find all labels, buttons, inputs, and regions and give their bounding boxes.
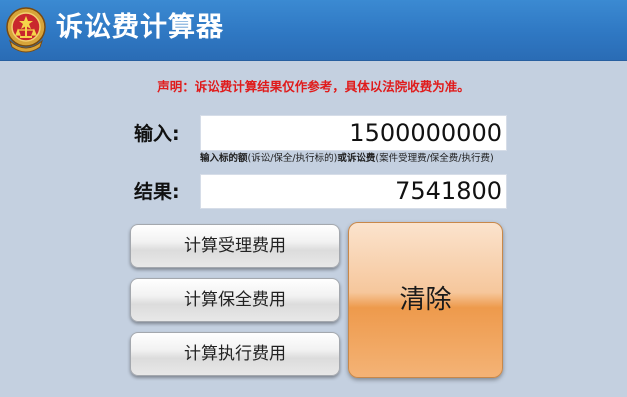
result-label: 结果: <box>134 181 180 203</box>
input-hint: 输入标的额(诉讼/保全/执行标的)或诉讼费(案件受理费/保全费/执行费) <box>200 152 494 166</box>
input-label: 输入: <box>134 123 180 145</box>
amount-input[interactable]: 1500000000 <box>200 115 507 151</box>
hint-part-2: (诉讼/保全/执行标的) <box>247 153 338 164</box>
calculate-filing-fee-button[interactable]: 计算受理费用 <box>130 224 340 268</box>
court-emblem-icon <box>6 7 46 53</box>
result-output: 7541800 <box>200 174 507 209</box>
app-title: 诉讼费计算器 <box>56 12 224 43</box>
disclaimer-text: 声明：诉讼费计算结果仅作参考，具体以法院收费为准。 <box>157 79 470 94</box>
calculate-execution-fee-button[interactable]: 计算执行费用 <box>130 332 340 376</box>
hint-part-3: 或诉讼费 <box>337 153 376 164</box>
title-bar: 诉讼费计算器 <box>0 0 627 61</box>
calculate-preservation-fee-button[interactable]: 计算保全费用 <box>130 278 340 322</box>
hint-part-4: (案件受理费/保全费/执行费) <box>375 153 494 164</box>
clear-button[interactable]: 清除 <box>348 222 503 378</box>
hint-part-1: 输入标的额 <box>200 153 248 164</box>
